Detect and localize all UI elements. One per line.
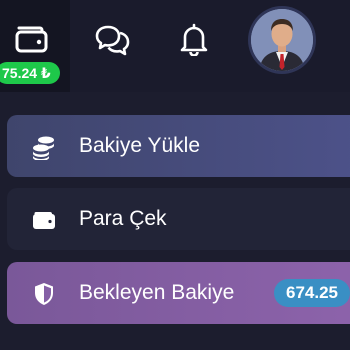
chat-bubbles-icon[interactable] [94,22,132,58]
top-navbar: 75.24 ₺ [0,0,350,92]
user-photo-icon [251,9,313,71]
menu-item-label: Bakiye Yükle [79,134,201,157]
coins-stack-icon [33,136,54,160]
shield-icon [35,283,53,305]
menu-item-label: Bekleyen Bakiye [79,281,235,304]
menu-item-deposit[interactable]: Bakiye Yükle [7,115,350,177]
wallet-icon [33,212,55,229]
user-avatar[interactable] [251,9,313,71]
pending-amount-badge: 674.25 [274,279,350,307]
wallet-balance-badge: 75.24 ₺ [0,62,60,84]
menu-item-pending-balance[interactable]: Bekleyen Bakiye 674.25 [7,262,350,324]
wallet-icon [15,26,48,53]
bell-icon[interactable] [178,22,210,56]
wallet-tab[interactable]: 75.24 ₺ [0,0,70,92]
menu-item-withdraw[interactable]: Para Çek [7,188,350,250]
menu-item-label: Para Çek [79,207,167,230]
